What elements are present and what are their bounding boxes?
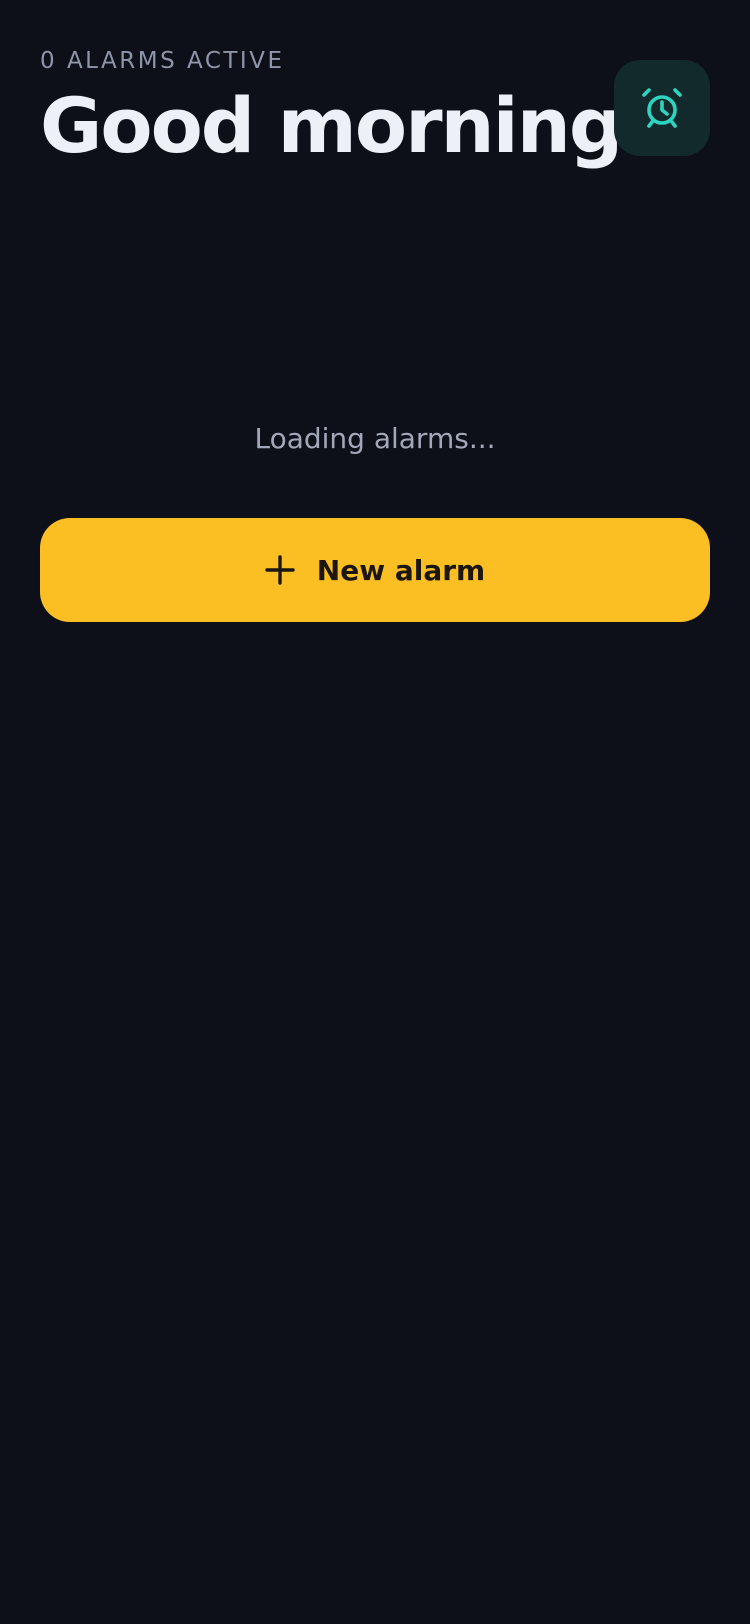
plus-icon [265, 555, 295, 585]
alarm-clock-icon [642, 88, 682, 128]
new-alarm-button[interactable]: New alarm [40, 518, 710, 622]
new-alarm-label: New alarm [316, 553, 486, 587]
loading-status: Loading alarms... [254, 422, 496, 455]
alarm-clock-button[interactable] [614, 60, 710, 156]
alarms-active-count: 0 ALARMS ACTIVE [40, 48, 285, 74]
page-title: Good morning [40, 81, 623, 170]
